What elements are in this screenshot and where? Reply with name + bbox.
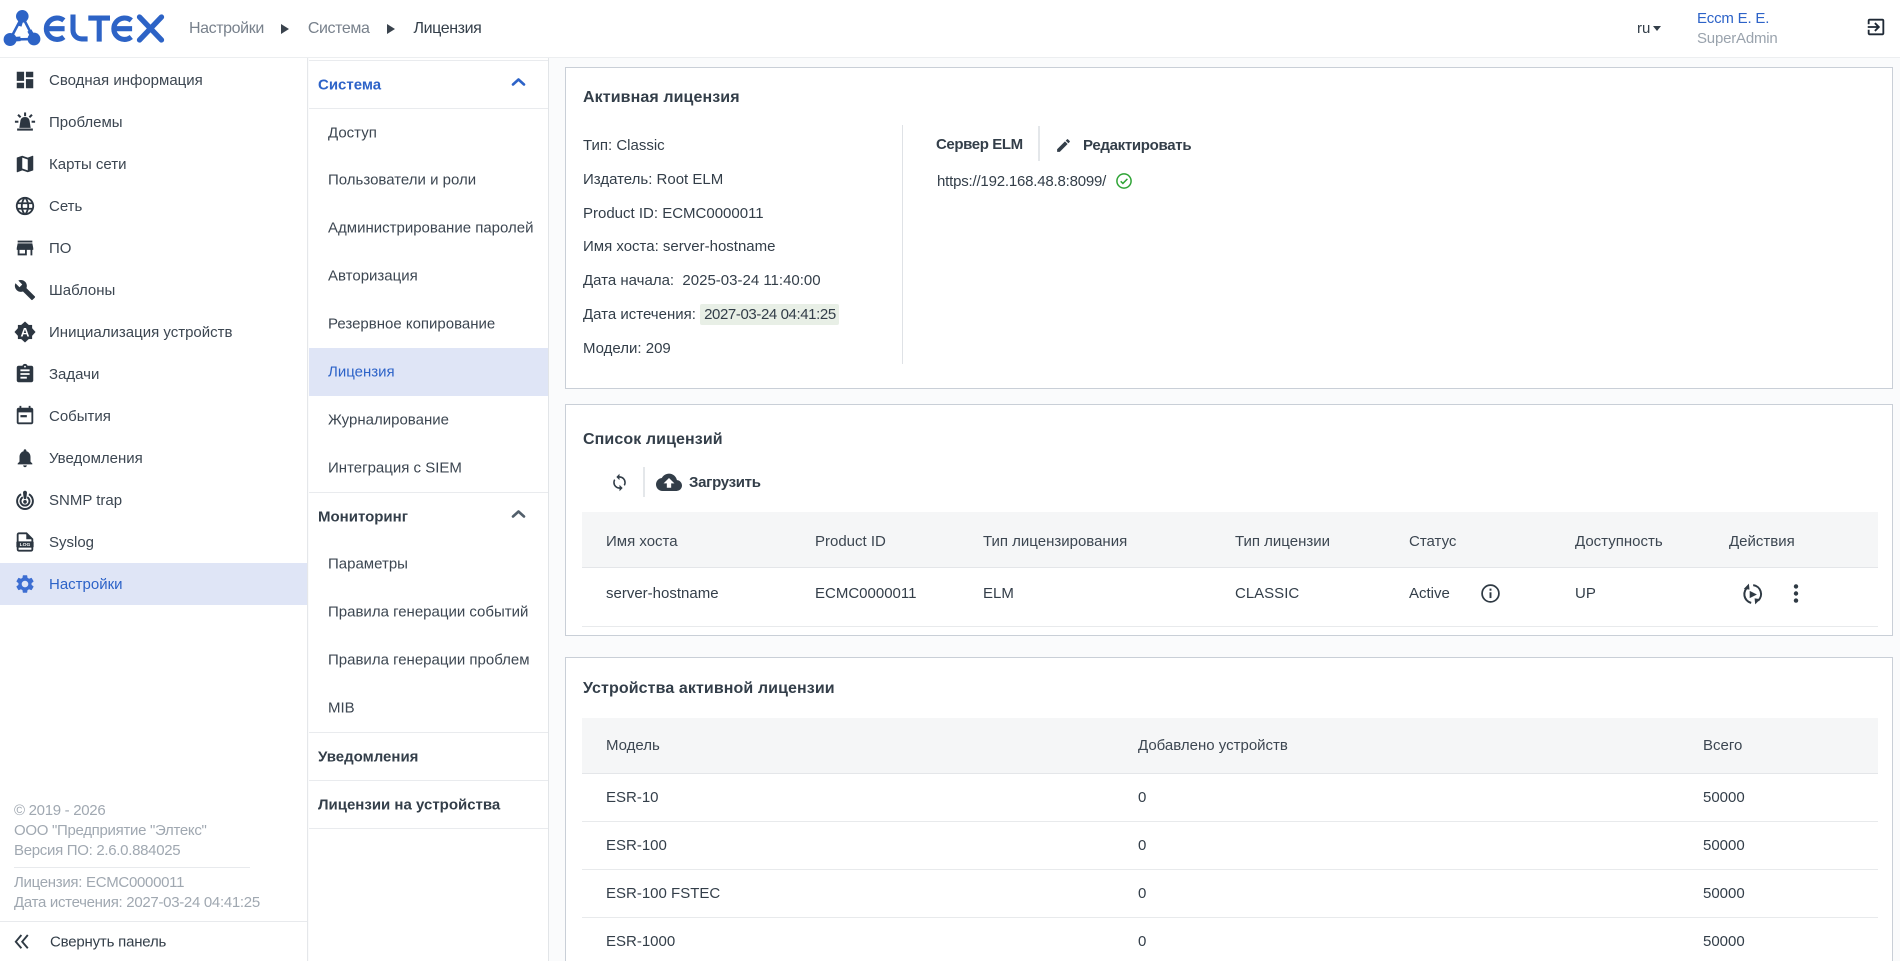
svg-text:LOG: LOG [20,542,31,548]
svg-text:A: A [21,325,30,339]
